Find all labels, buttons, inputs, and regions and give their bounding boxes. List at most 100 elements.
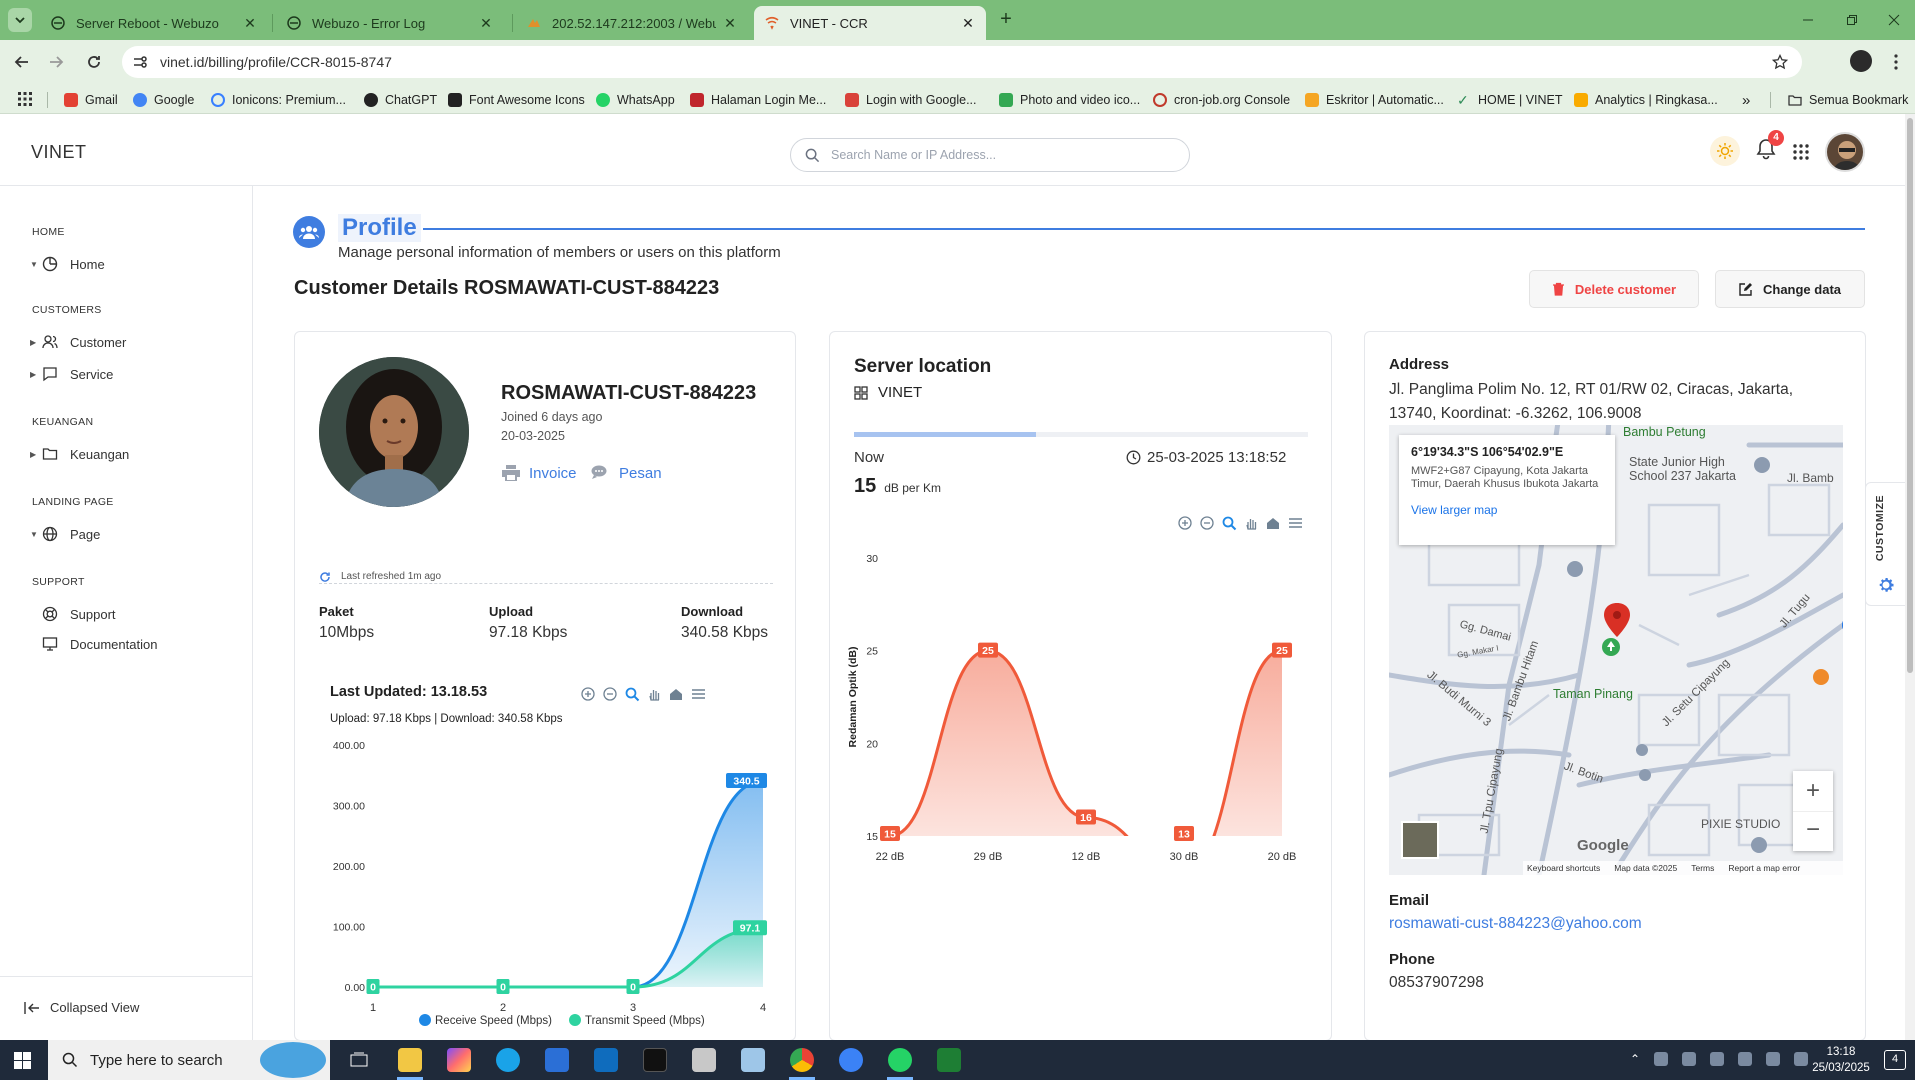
zoom-out-icon[interactable] — [1200, 516, 1214, 530]
invoice-link[interactable]: Invoice — [501, 464, 577, 482]
chart-menu-icon[interactable] — [1289, 518, 1302, 528]
bookmark-font-awesome[interactable]: Font Awesome Icons — [448, 90, 585, 110]
collapsed-view-button[interactable]: Collapsed View — [24, 1000, 139, 1015]
star-icon[interactable] — [1772, 54, 1788, 70]
zoom-in-button[interactable]: + — [1793, 771, 1833, 811]
excel-icon[interactable] — [937, 1048, 961, 1072]
zoom-in-icon[interactable] — [581, 687, 595, 701]
tray-app-icon[interactable] — [1654, 1052, 1669, 1066]
address-bar[interactable]: vinet.id/billing/profile/CCR-8015-8747 — [122, 46, 1802, 78]
bookmark-google[interactable]: Google — [133, 90, 194, 110]
bookmark-whatsapp[interactable]: WhatsApp — [596, 90, 675, 110]
close-icon[interactable]: ✕ — [960, 15, 976, 31]
whatsapp-icon[interactable] — [888, 1048, 912, 1072]
sidebar-item-customer[interactable]: ▶ Customer — [30, 334, 126, 350]
notification-button[interactable]: 4 — [1756, 130, 1784, 160]
profile-avatar[interactable] — [1850, 50, 1872, 72]
change-data-button[interactable]: Change data — [1715, 270, 1865, 308]
app-icon[interactable] — [839, 1048, 863, 1072]
sidebar-item-support[interactable]: Support — [42, 606, 116, 622]
notepad-icon[interactable] — [741, 1048, 765, 1072]
refresh-status[interactable]: Last refreshed 1m ago — [319, 570, 773, 584]
bookmark-photo-video[interactable]: Photo and video ico... — [999, 90, 1140, 110]
bookmark-chatgpt[interactable]: ChatGPT — [364, 90, 437, 110]
delete-customer-button[interactable]: Delete customer — [1529, 270, 1699, 308]
notification-center-button[interactable]: 4 — [1884, 1050, 1906, 1070]
view-larger-map-link[interactable]: View larger map — [1411, 503, 1603, 517]
chrome-icon[interactable] — [790, 1048, 814, 1072]
close-icon[interactable]: ✕ — [722, 15, 738, 31]
sidebar-item-service[interactable]: ▶ Service — [30, 366, 113, 382]
sidebar-item-documentation[interactable]: Documentation — [42, 636, 157, 652]
page-scrollbar[interactable] — [1905, 114, 1915, 1040]
zoom-in-icon[interactable] — [1178, 516, 1192, 530]
back-button[interactable] — [10, 50, 34, 74]
site-info-icon[interactable] — [132, 54, 148, 70]
forward-button[interactable] — [44, 50, 68, 74]
all-bookmarks-button[interactable]: Semua Bookmark — [1788, 90, 1908, 110]
windows-start-icon[interactable] — [14, 1052, 31, 1069]
task-view-icon[interactable] — [350, 1052, 368, 1068]
close-icon[interactable]: ✕ — [478, 15, 494, 31]
sidebar-item-page[interactable]: ▼ Page — [30, 526, 100, 542]
more-bookmarks-button[interactable]: » — [1742, 90, 1750, 110]
browser-menu-button[interactable] — [1884, 50, 1908, 74]
browser-tab[interactable]: Webuzo - Error Log ✕ — [276, 6, 504, 40]
new-tab-button[interactable]: + — [994, 8, 1018, 32]
bookmark-analytics[interactable]: Analytics | Ringkasa... — [1574, 90, 1718, 110]
close-window-button[interactable] — [1876, 8, 1912, 32]
keyboard-shortcuts-link[interactable]: Keyboard shortcuts — [1527, 863, 1600, 873]
bookmark-login-google[interactable]: Login with Google... — [845, 90, 977, 110]
bookmark-ionicons[interactable]: Ionicons: Premium... — [211, 90, 346, 110]
selection-zoom-icon[interactable] — [1222, 516, 1237, 531]
apps-grid-icon[interactable] — [18, 92, 32, 106]
selection-zoom-icon[interactable] — [625, 687, 640, 702]
chevron-up-icon[interactable]: ⌃ — [1630, 1052, 1640, 1066]
zoom-out-icon[interactable] — [603, 687, 617, 701]
bookmark-gmail[interactable]: Gmail — [64, 90, 118, 110]
zoom-out-button[interactable]: − — [1793, 811, 1833, 851]
bookmark-eskritor[interactable]: Eskritor | Automatic... — [1305, 90, 1444, 110]
pan-hand-icon[interactable] — [1246, 519, 1257, 530]
reload-button[interactable] — [82, 50, 106, 74]
sidebar-item-keuangan[interactable]: ▶ Keuangan — [30, 446, 129, 462]
satellite-toggle[interactable] — [1401, 821, 1439, 859]
search-input[interactable]: Search Name or IP Address... — [790, 138, 1190, 172]
file-explorer-icon[interactable] — [398, 1048, 422, 1072]
pesan-link[interactable]: Pesan — [591, 464, 662, 482]
scrollbar-thumb[interactable] — [1907, 118, 1913, 673]
store-icon[interactable] — [545, 1048, 569, 1072]
browser-tab[interactable]: Server Reboot - Webuzo ✕ — [40, 6, 268, 40]
network-icon[interactable] — [1766, 1052, 1781, 1066]
minimize-button[interactable] — [1790, 8, 1826, 32]
outlook-icon[interactable] — [594, 1048, 618, 1072]
apps-grid-icon[interactable] — [1793, 144, 1809, 160]
bookmark-halaman-login[interactable]: Halaman Login Me... — [690, 90, 826, 110]
reset-home-icon[interactable] — [670, 689, 682, 700]
edge-icon[interactable] — [496, 1048, 520, 1072]
theme-toggle[interactable] — [1710, 136, 1740, 166]
taskbar-clock[interactable]: 13:18 25/03/2025 — [1806, 1044, 1876, 1076]
terms-link[interactable]: Terms — [1691, 863, 1714, 873]
browser-tab-active[interactable]: VINET - CCR ✕ — [754, 6, 986, 40]
sidebar-item-home[interactable]: ▼ Home — [30, 256, 105, 272]
tab-search-button[interactable] — [8, 8, 32, 32]
report-map-error-link[interactable]: Report a map error — [1728, 863, 1800, 873]
taskbar-search[interactable]: Type here to search — [48, 1040, 330, 1080]
copilot-icon[interactable] — [447, 1048, 471, 1072]
customize-panel-toggle[interactable]: CUSTOMIZE — [1865, 482, 1905, 606]
tray-app-icon[interactable] — [1710, 1052, 1725, 1066]
app-logo[interactable]: VINET — [31, 142, 87, 163]
bookmark-cron-job[interactable]: cron-job.org Console — [1153, 90, 1290, 110]
microphone-icon[interactable] — [1738, 1052, 1753, 1066]
browser-tab[interactable]: 202.52.147.212:2003 / Webuzo ✕ — [516, 6, 748, 40]
user-avatar[interactable] — [1825, 132, 1865, 172]
email-value[interactable]: rosmawati-cust-884223@yahoo.com — [1389, 915, 1642, 933]
close-icon[interactable]: ✕ — [242, 15, 258, 31]
map-embed[interactable]: Bambu Petung State Junior High School 23… — [1389, 425, 1843, 875]
pan-hand-icon[interactable] — [649, 690, 660, 701]
tiktok-icon[interactable] — [643, 1048, 667, 1072]
restore-button[interactable] — [1834, 8, 1870, 32]
chart-menu-icon[interactable] — [692, 689, 705, 699]
app-icon[interactable] — [692, 1048, 716, 1072]
